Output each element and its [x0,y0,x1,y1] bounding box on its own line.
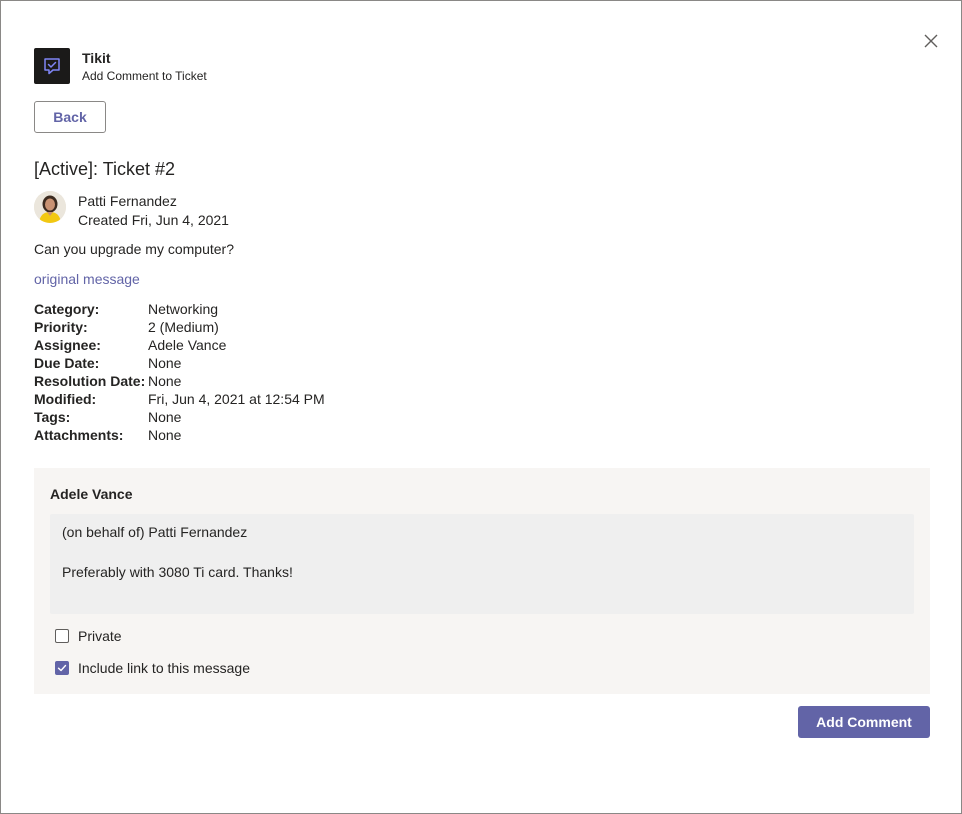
app-name: Tikit [82,50,111,66]
detail-label: Priority: [34,319,88,335]
detail-value: Networking [148,301,219,317]
chat-check-icon [44,58,60,75]
original-message-link[interactable]: original message [34,270,140,288]
private-checkbox-row[interactable]: Private [55,626,122,646]
include-link-checkbox-row[interactable]: Include link to this message [55,658,250,678]
commenter-name: Adele Vance [50,486,133,502]
detail-row-tags: Tags: None [34,408,325,426]
detail-label: Due Date: [34,355,100,371]
detail-label: Assignee: [34,337,101,353]
detail-value: None [148,355,182,371]
detail-row-resolution-date: Resolution Date: None [34,372,325,390]
detail-value: None [148,427,182,443]
detail-label: Attachments: [34,427,124,443]
detail-row-due-date: Due Date: None [34,354,325,372]
detail-row-attachments: Attachments: None [34,426,325,444]
detail-value: None [148,373,182,389]
dialog: Tikit Add Comment to Ticket Back [Active… [0,0,962,814]
back-button[interactable]: Back [34,101,106,133]
author-row: Patti Fernandez Created Fri, Jun 4, 2021 [34,191,229,229]
comment-panel: Adele Vance (on behalf of) Patti Fernand… [34,468,930,694]
detail-label: Modified: [34,391,97,407]
close-button[interactable] [919,29,943,53]
app-header: Tikit Add Comment to Ticket [34,48,207,84]
detail-value: 2 (Medium) [148,319,219,335]
detail-value: Fri, Jun 4, 2021 at 12:54 PM [148,391,325,407]
detail-row-assignee: Assignee: Adele Vance [34,336,325,354]
close-icon [924,34,938,48]
detail-value: Adele Vance [148,337,227,353]
comment-input[interactable]: (on behalf of) Patti Fernandez Preferabl… [50,514,914,614]
include-link-label: Include link to this message [78,660,250,676]
detail-row-category: Category: Networking [34,300,325,318]
private-label: Private [78,628,122,644]
detail-label: Tags: [34,409,71,425]
user-avatar-image [34,191,66,223]
ticket-title: [Active]: Ticket #2 [34,159,176,179]
include-link-checkbox[interactable] [55,661,69,675]
app-logo [34,48,70,84]
detail-label: Resolution Date: [34,373,146,389]
ticket-details: Category: Networking Priority: 2 (Medium… [34,300,325,444]
author-name: Patti Fernandez [78,193,177,209]
app-subtitle: Add Comment to Ticket [82,69,207,83]
checkmark-icon [57,664,67,672]
created-date: Created Fri, Jun 4, 2021 [78,212,229,228]
detail-row-modified: Modified: Fri, Jun 4, 2021 at 12:54 PM [34,390,325,408]
detail-row-priority: Priority: 2 (Medium) [34,318,325,336]
ticket-message: Can you upgrade my computer? [34,241,234,257]
avatar [34,191,66,223]
private-checkbox[interactable] [55,629,69,643]
detail-label: Category: [34,301,100,317]
detail-value: None [148,409,182,425]
add-comment-button[interactable]: Add Comment [798,706,930,738]
